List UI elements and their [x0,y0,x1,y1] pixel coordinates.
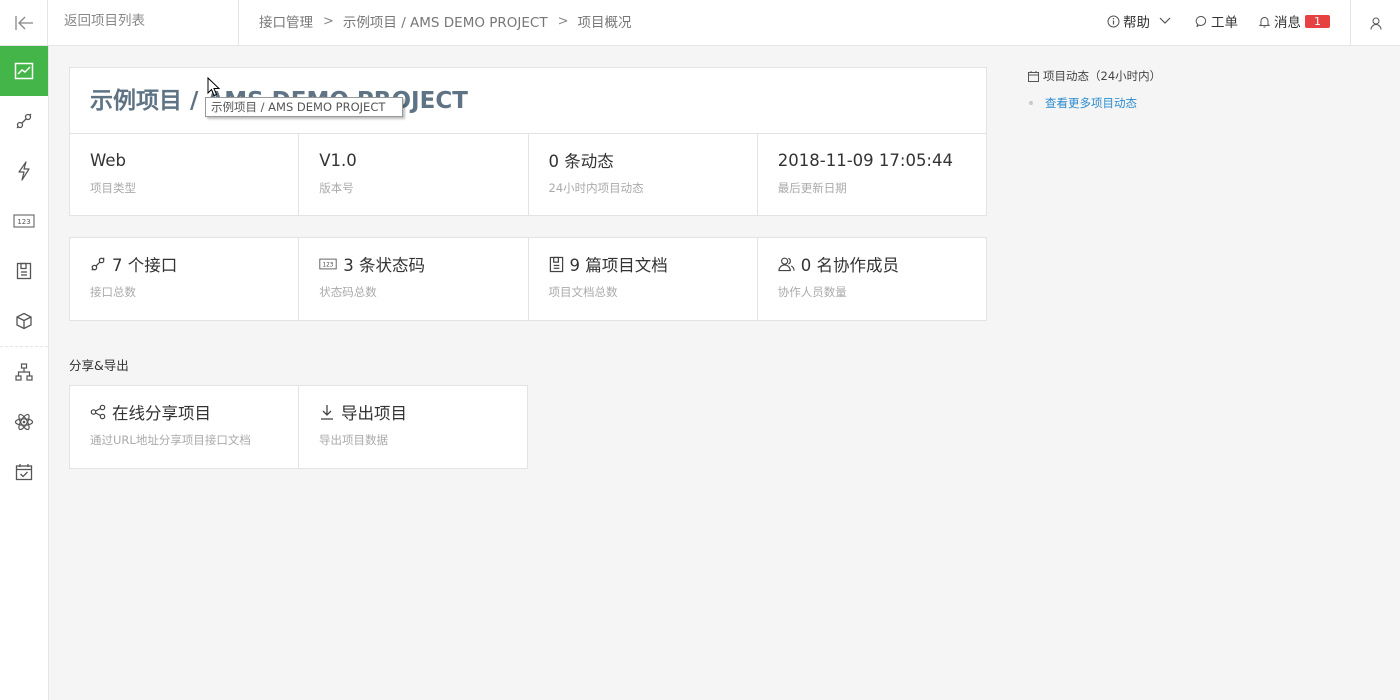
calendar-check-icon [15,464,33,481]
mouse-cursor-icon [207,77,220,97]
share-icon [90,404,106,420]
version-value: V1.0 [319,150,357,170]
last-updated-value: 2018-11-09 17:05:44 [777,150,953,170]
info-icon [1107,15,1120,27]
project-activity-title: 项目动态（24小时内） [1043,69,1162,83]
breadcrumb-api-management[interactable]: 接口管理 [259,11,313,31]
bullet-dot [1029,101,1033,105]
help-label: 帮助 [1123,15,1150,31]
breadcrumb-separator: > [557,13,569,29]
member-count-value: 0 名协作成员 [800,256,899,275]
chart-icon [14,62,34,80]
ticket-link[interactable]: 工单 [1195,11,1238,31]
members-icon [778,257,795,272]
member-count-label: 协作人员数量 [777,285,847,299]
member-count-cell[interactable]: 0 名协作成员 协作人员数量 [758,238,986,320]
last-updated-label: 最后更新日期 [777,181,847,195]
more-activity-item: 查看更多项目动态 [1029,95,1137,111]
export-project-cell[interactable]: 导出项目 导出项目数据 [299,386,527,468]
document-count-value: 9 篇项目文档 [569,256,668,275]
status-code-icon: 123 [13,214,35,228]
sidebar-item-overview[interactable] [0,46,48,96]
back-to-project-list-link[interactable]: 返回项目列表 [48,0,239,46]
document-icon [549,256,563,272]
online-share-cell[interactable]: 在线分享项目 通过URL地址分享项目接口文档 [70,386,299,468]
status-code-count-cell[interactable]: 123 3 条状态码 状态码总数 [299,238,529,320]
download-icon [321,405,333,420]
document-count-label: 项目文档总数 [548,285,618,299]
sidebar-item-document[interactable] [0,246,48,296]
api-count-value: 7 个接口 [112,256,178,275]
messages-label: 消息 [1274,15,1301,31]
export-project-label: 导出项目数据 [319,433,388,447]
link-icon [16,113,32,129]
online-share-value: 在线分享项目 [112,404,211,423]
project-type-cell: Web 项目类型 [70,134,300,216]
api-count-label: 接口总数 [90,285,136,299]
activity-count-label: 24小时内项目动态 [548,181,644,195]
breadcrumb-project[interactable]: 示例项目 / AMS DEMO PROJECT [343,11,548,31]
version-cell: V1.0 版本号 [299,134,529,216]
ticket-label: 工单 [1211,15,1238,31]
project-type-label: 项目类型 [90,181,136,195]
help-menu[interactable]: 帮助 [1107,11,1175,31]
api-count-cell[interactable]: 7 个接口 接口总数 [70,238,300,320]
activity-count-cell: 0 条动态 24小时内项目动态 [529,134,758,216]
share-export-section-title: 分享&导出 [69,358,129,373]
sidebar-item-automation[interactable] [0,146,48,196]
status-code-count-label: 状态码总数 [319,285,377,299]
online-share-label: 通过URL地址分享项目接口文档 [90,433,251,447]
hierarchy-icon [15,363,33,381]
view-more-activity-link[interactable]: 查看更多项目动态 [1045,95,1137,111]
project-stats-card: 7 个接口 接口总数 123 3 条状态码 状态码总数 9 篇项目文档 项目文档… [69,237,987,321]
status-code-icon: 123 [319,258,337,270]
sidebar-item-status-code[interactable]: 123 [0,196,48,246]
status-code-count-value: 3 条状态码 [343,256,425,275]
lightning-icon [18,161,30,181]
chevron-down-icon [1159,17,1171,24]
project-title-tooltip: 示例项目 / AMS DEMO PROJECT [205,97,403,117]
bell-icon [1258,16,1271,27]
sidebar-item-calendar[interactable] [0,447,48,497]
last-updated-cell: 2018-11-09 17:05:44 最后更新日期 [758,134,986,216]
share-export-row: 在线分享项目 通过URL地址分享项目接口文档 导出项目 导出项目数据 [70,386,527,468]
svg-text:123: 123 [323,262,334,268]
sidebar: 123 [0,46,49,700]
link-icon [91,257,105,271]
cube-icon [16,312,32,330]
svg-text:123: 123 [17,218,30,226]
messages-link[interactable]: 消息 1 [1258,11,1330,31]
breadcrumb: 接口管理 > 示例项目 / AMS DEMO PROJECT > 项目概况 [259,0,632,46]
user-menu-button[interactable] [1350,0,1400,46]
project-activity-heading: 项目动态（24小时内） [1028,68,1161,84]
breadcrumb-overview: 项目概况 [577,15,632,31]
sidebar-item-structure[interactable] [0,347,48,397]
collapse-sidebar-button[interactable] [0,0,48,46]
calendar-icon [1028,70,1039,82]
project-info-row: Web 项目类型 V1.0 版本号 0 条动态 24小时内项目动态 2018-1… [70,134,986,216]
message-count-badge: 1 [1305,14,1330,28]
sidebar-item-atom[interactable] [0,397,48,447]
stats-row: 7 个接口 接口总数 123 3 条状态码 状态码总数 9 篇项目文档 项目文档… [70,238,986,320]
document-count-cell[interactable]: 9 篇项目文档 项目文档总数 [529,238,758,320]
user-icon [1370,17,1381,30]
export-project-value: 导出项目 [341,404,407,423]
sidebar-item-package[interactable] [0,296,48,346]
sidebar-item-api[interactable] [0,96,48,146]
chat-bubble-icon [1195,15,1207,27]
top-right-actions: 帮助 工单 消息 1 [1107,0,1400,46]
share-export-card: 在线分享项目 通过URL地址分享项目接口文档 导出项目 导出项目数据 [69,385,528,469]
document-icon [16,262,32,280]
collapse-left-icon [14,16,33,30]
activity-count-value: 0 条动态 [548,152,614,171]
project-type-value: Web [90,150,126,170]
breadcrumb-separator: > [323,13,334,29]
version-label: 版本号 [319,181,354,195]
atom-icon [14,413,34,431]
top-bar: 返回项目列表 接口管理 > 示例项目 / AMS DEMO PROJECT > … [0,0,1400,46]
